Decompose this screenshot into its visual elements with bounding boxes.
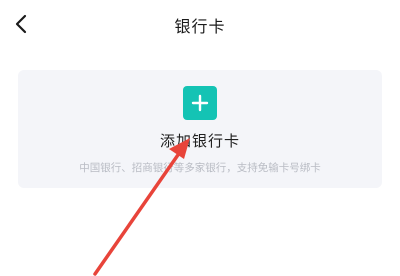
add-bank-card-button[interactable]: 添加银行卡 中国银行、招商银行等多家银行，支持免输卡号绑卡 [18,70,382,188]
add-bank-card-label: 添加银行卡 [159,132,240,150]
page-title: 银行卡 [174,17,226,36]
plus-button[interactable] [183,86,217,120]
plus-icon [191,94,209,112]
bank-card-screen: 银行卡 添加银行卡 中国银行、招商银行等多家银行，支持免输卡号绑卡 [0,0,400,276]
header-bar: 银行卡 [0,0,400,52]
supported-banks-description: 中国银行、招商银行等多家银行，支持免输卡号绑卡 [79,162,321,174]
